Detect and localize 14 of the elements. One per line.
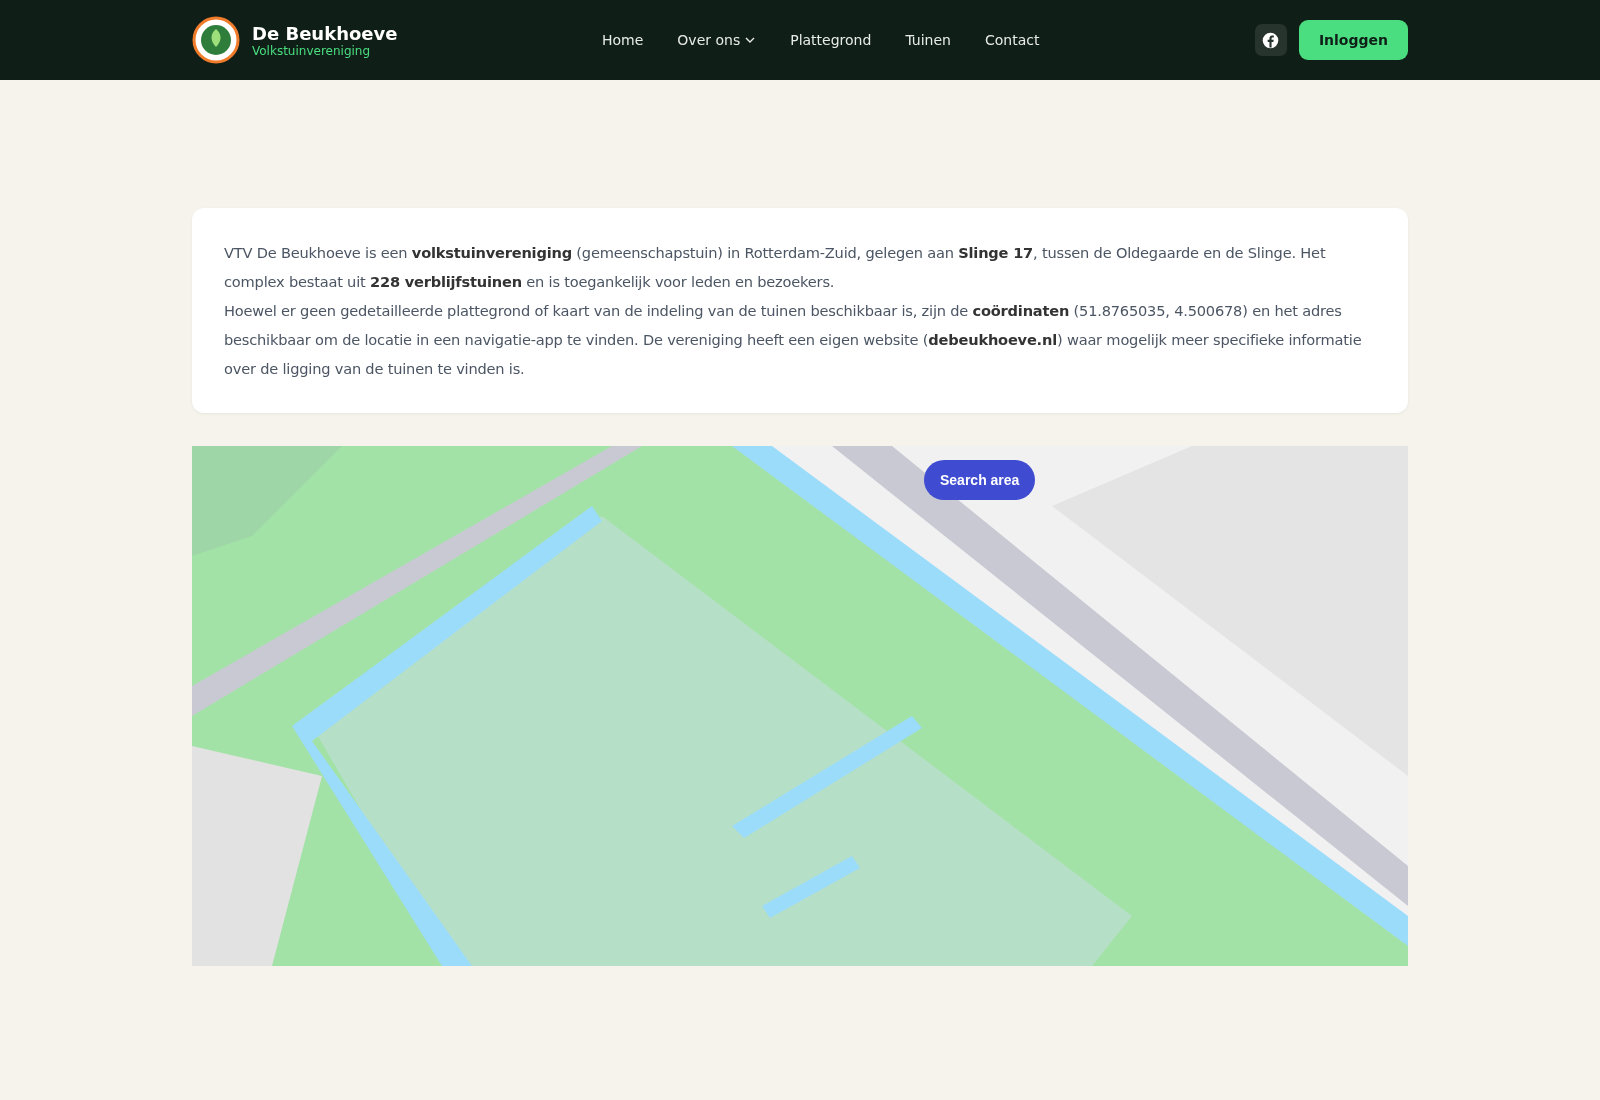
facebook-button[interactable] [1254, 24, 1287, 56]
logo-icon [192, 16, 240, 64]
site-name: De Beukhoeve [252, 22, 398, 44]
nav-link[interactable]: Home [602, 32, 644, 48]
nav-link[interactable]: Over ons [677, 32, 757, 48]
search-area-button[interactable]: Search area [924, 460, 1036, 500]
facebook-icon [1262, 31, 1280, 49]
intro-paragraph: VTV De Beukhoeve is een volkstuinvereniging (gemeenschapstuin) in Rotterdam-Zuid, gelegen aan Slinge 17, tussen de Oldegaarde en de Slinge. Het complex bestaat uit 228 verblijfstuinen en is toegankelijk voor leden en bezoekers. [224, 243, 1327, 292]
site-tagline: Volkstuinvereniging [252, 43, 372, 58]
nav-link[interactable]: Contact [984, 32, 1040, 48]
login-button[interactable]: Inloggen [1298, 20, 1408, 60]
nav-link[interactable]: Tuinen [905, 32, 951, 48]
nav-link[interactable]: Plattegrond [790, 32, 872, 48]
intro-paragraph: Hoewel er geen gedetailleerde plattegrond of kaart van de indeling van de tuinen beschikbaar is, zijn de coördinaten (51.8765035, 4.500678) en het adres beschikbaar om de locatie in een navigatie-app te vinden. De vereniging heeft een eigen website (debeukhoeve.nl) waar mogelijk meer specifieke informatie over de ligging van de tuinen te vinden is. [224, 301, 1363, 379]
